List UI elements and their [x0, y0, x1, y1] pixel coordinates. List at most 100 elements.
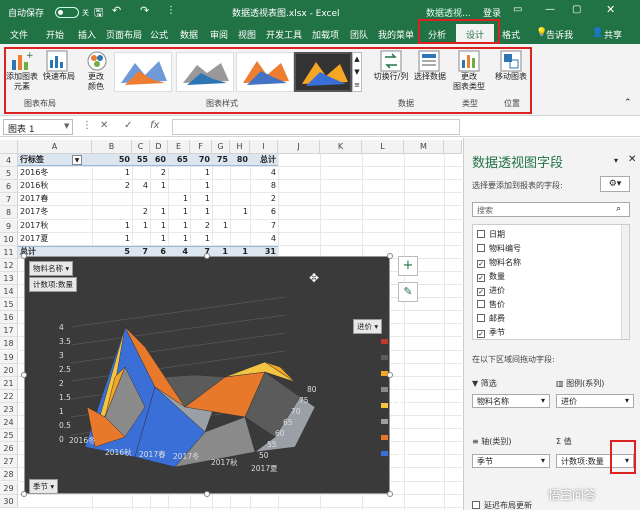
- field-item[interactable]: 售价: [477, 299, 505, 310]
- field-item[interactable]: 邮费: [477, 313, 505, 324]
- row-header[interactable]: 6: [0, 180, 18, 194]
- tell-me-input[interactable]: 告诉我: [546, 28, 573, 41]
- row-header[interactable]: 27: [0, 455, 18, 469]
- col-header-l[interactable]: L: [362, 140, 404, 154]
- insert-function-icon[interactable]: fx: [150, 120, 159, 131]
- close-icon[interactable]: ✕: [606, 3, 615, 16]
- field-item[interactable]: ✓ 物料名称: [477, 257, 521, 268]
- row-header[interactable]: 16: [0, 311, 18, 325]
- defer-checkbox[interactable]: [472, 501, 480, 509]
- row-header[interactable]: 20: [0, 363, 18, 377]
- col-header-a[interactable]: A: [18, 140, 92, 154]
- field-item[interactable]: 日期: [477, 229, 505, 240]
- pivot-row-label[interactable]: 2017冬: [20, 206, 94, 218]
- tab-home[interactable]: 开始: [46, 28, 64, 41]
- field-checkbox[interactable]: ✓: [477, 274, 485, 282]
- pane-close-icon[interactable]: ✕: [628, 154, 636, 165]
- pivot-row-label[interactable]: 2016秋: [20, 180, 94, 192]
- field-item[interactable]: ✓ 数量: [477, 271, 505, 282]
- undo-icon[interactable]: ↶: [112, 4, 121, 17]
- tab-review[interactable]: 审阅: [210, 28, 228, 41]
- maximize-icon[interactable]: ▢: [572, 4, 581, 15]
- pivot-row-labels-header[interactable]: 行标签: [20, 154, 44, 166]
- row-header[interactable]: 24: [0, 416, 18, 430]
- row-header[interactable]: 12: [0, 258, 18, 272]
- col-header-d[interactable]: D: [150, 140, 168, 154]
- row-header[interactable]: 5: [0, 167, 18, 181]
- row-header[interactable]: 29: [0, 481, 18, 495]
- col-header-e[interactable]: E: [168, 140, 190, 154]
- pivot-chart[interactable]: 物料名称 ▾ 计数项:数量 季节 ▾ 进价 ▾ 3.5-4 3-3.5 2.5-…: [24, 256, 409, 494]
- col-header-f[interactable]: F: [190, 140, 212, 154]
- pane-settings-gear-icon[interactable]: ⚙▾: [600, 176, 630, 192]
- tab-formulas[interactable]: 公式: [150, 28, 168, 41]
- row-header[interactable]: 15: [0, 298, 18, 312]
- collapse-ribbon-icon[interactable]: ⌃: [624, 98, 632, 108]
- name-box-dropdown-icon[interactable]: ▼: [64, 122, 69, 130]
- row-header[interactable]: 30: [0, 494, 18, 508]
- name-box[interactable]: 图表 1: [3, 119, 73, 135]
- tab-developer[interactable]: 开发工具: [266, 28, 302, 41]
- tab-team[interactable]: 团队: [350, 28, 368, 41]
- col-header-c[interactable]: C: [132, 140, 150, 154]
- field-checkbox[interactable]: ✓: [477, 330, 485, 338]
- defer-layout-update[interactable]: 延迟布局更新: [472, 500, 532, 511]
- row-header[interactable]: 23: [0, 402, 18, 416]
- col-header-h[interactable]: H: [230, 140, 250, 154]
- pivot-row-label[interactable]: 2016冬: [20, 167, 94, 179]
- field-item[interactable]: ✓ 进价: [477, 285, 505, 296]
- resize-handle[interactable]: [387, 253, 393, 259]
- col-header-k[interactable]: K: [320, 140, 362, 154]
- tab-view[interactable]: 视图: [238, 28, 256, 41]
- ribbon-display-icon[interactable]: ▭: [513, 4, 522, 15]
- row-header[interactable]: 17: [0, 324, 18, 338]
- row-header[interactable]: 11: [0, 245, 18, 259]
- row-header[interactable]: 10: [0, 232, 18, 246]
- row-header[interactable]: 4: [0, 154, 18, 168]
- resize-handle[interactable]: [21, 491, 27, 497]
- row-header[interactable]: 26: [0, 442, 18, 456]
- chart-elements-plus-icon[interactable]: +: [398, 256, 418, 276]
- quick-access-menu-icon[interactable]: ⋮: [166, 5, 176, 16]
- row-header[interactable]: 19: [0, 350, 18, 364]
- field-item[interactable]: 物料编号: [477, 243, 521, 254]
- user-icon[interactable]: 👤: [592, 28, 603, 38]
- field-checkbox[interactable]: ✓: [477, 288, 485, 296]
- row-labels-filter-icon[interactable]: ▼: [72, 155, 82, 165]
- select-all-corner[interactable]: [0, 140, 18, 154]
- field-item[interactable]: ✓ 季节: [477, 327, 505, 338]
- row-header[interactable]: 25: [0, 429, 18, 443]
- row-header[interactable]: 21: [0, 376, 18, 390]
- pivot-row-label[interactable]: 2017秋: [20, 220, 94, 232]
- tab-page-layout[interactable]: 页面布局: [106, 28, 142, 41]
- tab-insert[interactable]: 插入: [78, 28, 96, 41]
- redo-icon[interactable]: ↷: [140, 4, 149, 17]
- tab-format[interactable]: 格式: [502, 28, 520, 41]
- row-header[interactable]: 7: [0, 193, 18, 207]
- pane-menu-icon[interactable]: ▾: [614, 156, 618, 165]
- cancel-icon[interactable]: ✕: [100, 120, 108, 131]
- field-checkbox[interactable]: [477, 300, 485, 308]
- field-search-input[interactable]: 搜索: [472, 202, 630, 217]
- row-header[interactable]: 22: [0, 389, 18, 403]
- axis-zone-field[interactable]: 季节 ▾: [472, 454, 550, 468]
- formula-input[interactable]: [172, 119, 460, 135]
- row-header[interactable]: 28: [0, 468, 18, 482]
- col-header-g[interactable]: G: [212, 140, 230, 154]
- save-icon[interactable]: 🖫: [94, 4, 103, 23]
- row-header[interactable]: 8: [0, 206, 18, 220]
- row-header[interactable]: 18: [0, 337, 18, 351]
- share-button[interactable]: 共享: [604, 28, 622, 41]
- row-header[interactable]: 14: [0, 285, 18, 299]
- tab-file[interactable]: 文件: [10, 28, 28, 41]
- login-link[interactable]: 登录: [483, 6, 501, 19]
- enter-icon[interactable]: ✓: [124, 120, 132, 131]
- resize-handle[interactable]: [204, 253, 210, 259]
- chart-styles-brush-icon[interactable]: ✎: [398, 282, 418, 302]
- field-checkbox[interactable]: [477, 244, 485, 252]
- resize-handle[interactable]: [387, 372, 393, 378]
- autosave-toggle[interactable]: [55, 7, 79, 18]
- col-header-j[interactable]: J: [278, 140, 320, 154]
- resize-handle[interactable]: [387, 491, 393, 497]
- minimize-icon[interactable]: —: [545, 4, 555, 15]
